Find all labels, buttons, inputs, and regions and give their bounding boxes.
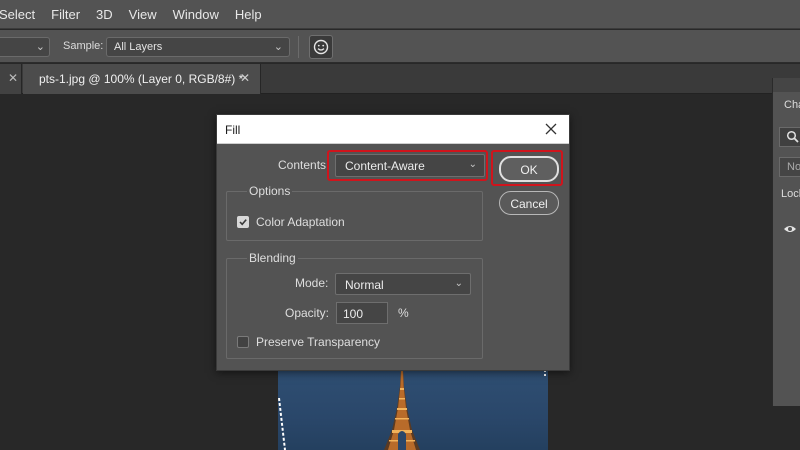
options-divider (298, 36, 299, 58)
dialog-title-bar[interactable]: Fill (217, 115, 569, 144)
sample-label: Sample: (63, 40, 104, 52)
eye-icon[interactable] (783, 224, 797, 234)
menu-window[interactable]: Window (173, 7, 219, 22)
menu-help[interactable]: Help (235, 7, 262, 22)
document-tab-bar: ✕ pts-1.jpg @ 100% (Layer 0, RGB/8#) * ✕ (0, 64, 800, 94)
opacity-unit: % (398, 306, 409, 320)
tab-active-document[interactable]: pts-1.jpg @ 100% (Layer 0, RGB/8#) * ✕ (23, 64, 261, 94)
sample-value: All Layers (114, 41, 163, 53)
options-bar: ⌄ Sample: All Layers ⌄ (0, 30, 800, 63)
menu-3d[interactable]: 3D (96, 7, 113, 22)
contents-label: Contents: (278, 158, 330, 172)
close-icon[interactable] (543, 121, 559, 137)
mode-dropdown[interactable]: Normal ⌄ (335, 273, 471, 295)
menu-select[interactable]: Select (0, 7, 35, 22)
panel-header-strip (773, 78, 800, 92)
panel-tab-channels[interactable]: Cha (784, 99, 800, 111)
options-title: Options (247, 184, 293, 198)
blending-title: Blending (247, 251, 298, 265)
fill-dialog: Fill Contents: Content-Aware ⌄ Options C… (216, 114, 570, 371)
mode-label: Mode: (295, 276, 329, 290)
menu-bar: Select Filter 3D View Window Help (0, 0, 800, 29)
selection-marquee (278, 398, 286, 450)
channels-panel: Cha No Lock (772, 78, 800, 406)
tab-previous-document[interactable]: ✕ (0, 64, 22, 94)
sample-dropdown[interactable]: All Layers ⌄ (106, 37, 290, 57)
preserve-transparency-checkbox[interactable] (237, 336, 249, 348)
menu-view[interactable]: View (129, 7, 157, 22)
face-icon (313, 39, 329, 55)
preserve-transparency-label[interactable]: Preserve Transparency (256, 335, 380, 349)
tab-title: pts-1.jpg @ 100% (Layer 0, RGB/8#) * (39, 72, 244, 86)
opacity-label: Opacity: (285, 306, 330, 320)
chevron-down-icon: ⌄ (454, 278, 463, 289)
lock-label: Lock (781, 188, 800, 200)
eiffel-tower-image (384, 368, 420, 450)
close-icon[interactable]: ✕ (8, 71, 18, 85)
close-icon[interactable]: ✕ (240, 71, 250, 85)
layer-filter-search[interactable] (779, 127, 800, 147)
color-adaptation-checkbox[interactable] (237, 216, 249, 228)
contents-value: Content-Aware (345, 159, 425, 173)
chevron-down-icon: ⌄ (273, 41, 283, 53)
blend-mode-dropdown[interactable]: No (779, 157, 800, 177)
menu-filter[interactable]: Filter (51, 7, 80, 22)
search-icon (786, 130, 799, 143)
chevron-down-icon: ⌄ (35, 41, 45, 53)
dialog-title: Fill (225, 123, 241, 137)
chevron-down-icon: ⌄ (468, 159, 477, 170)
color-adaptation-label[interactable]: Color Adaptation (256, 215, 345, 229)
checkmark-icon (239, 219, 247, 226)
opacity-input[interactable]: 100 (336, 302, 388, 324)
cancel-button[interactable]: Cancel (499, 191, 559, 215)
ok-button[interactable]: OK (499, 156, 559, 182)
tool-preset-dropdown[interactable]: ⌄ (0, 37, 50, 57)
contents-dropdown[interactable]: Content-Aware ⌄ (335, 154, 485, 177)
face-aware-button[interactable] (309, 35, 333, 59)
mode-value: Normal (345, 278, 384, 292)
